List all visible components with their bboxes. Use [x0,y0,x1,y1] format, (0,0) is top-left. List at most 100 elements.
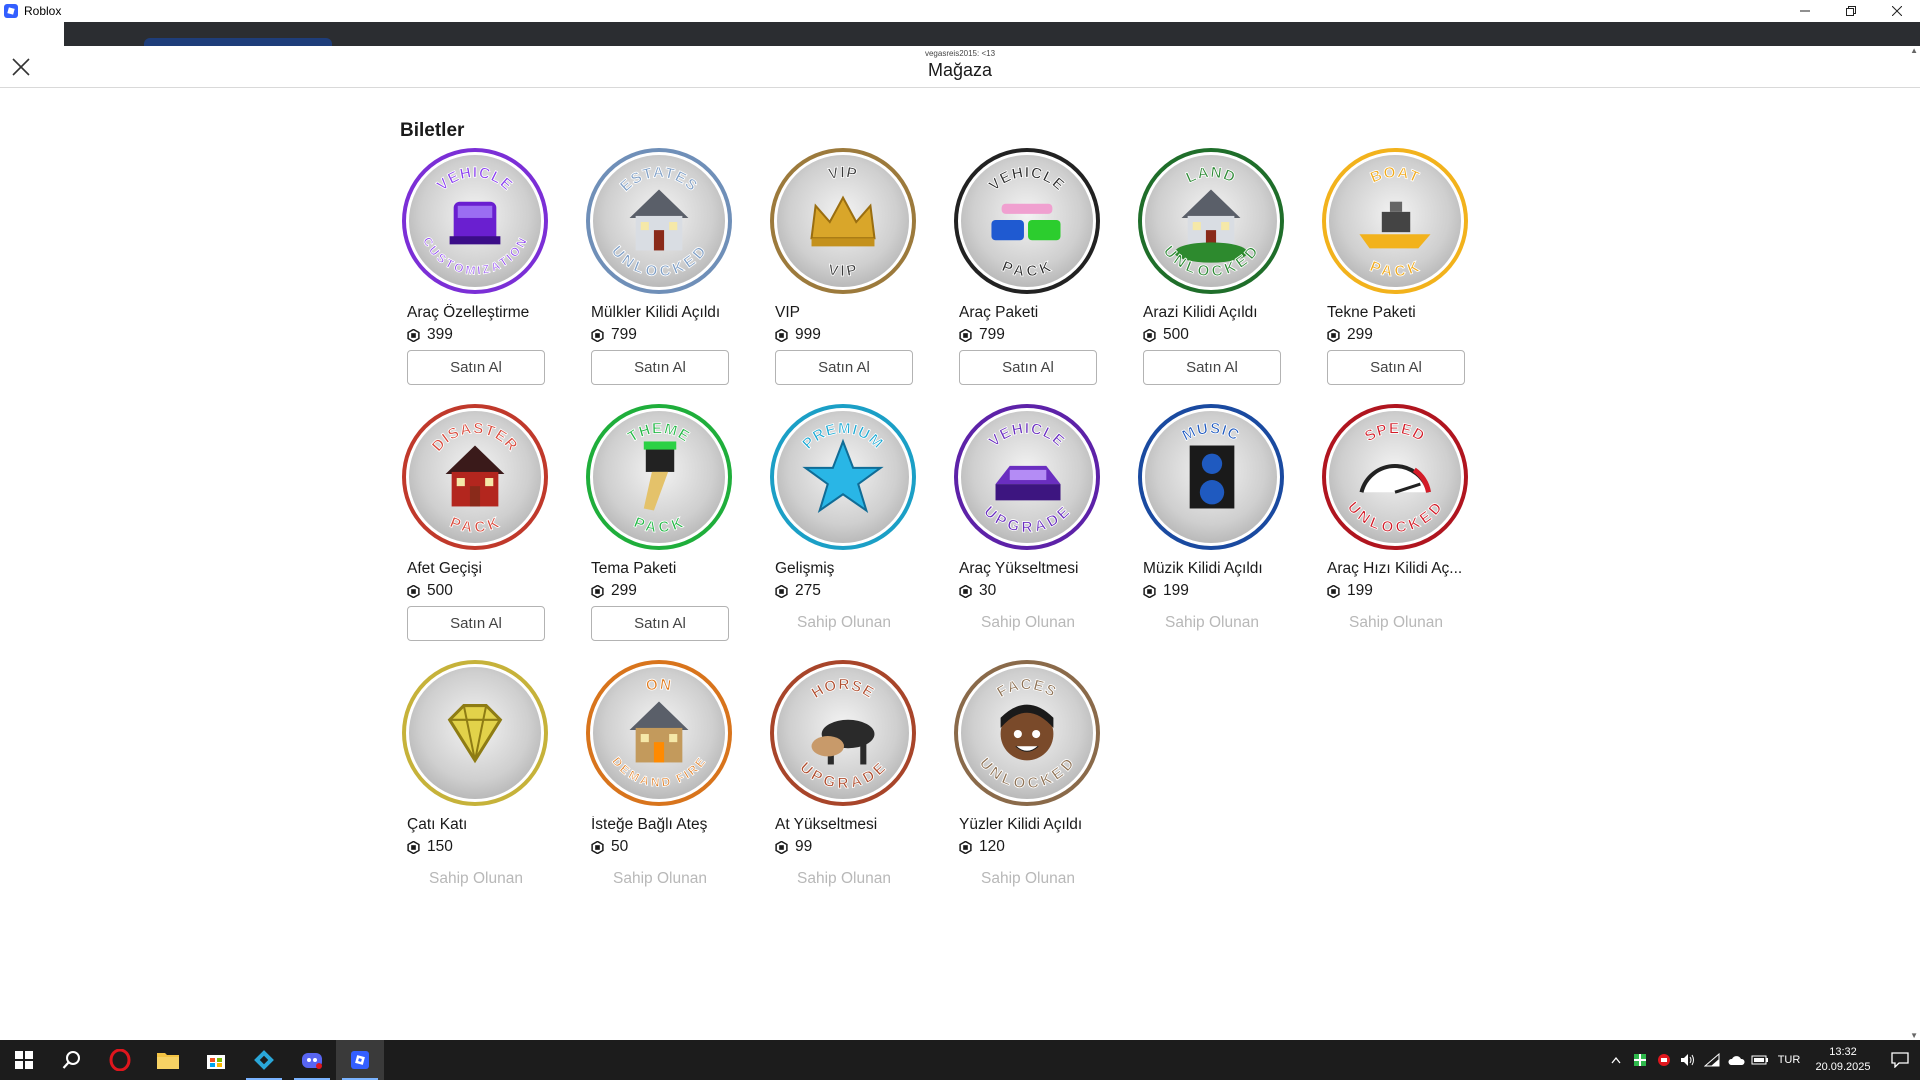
buy-button[interactable]: Satın Al [1143,350,1281,385]
gamepass-name: Tekne Paketi [1327,304,1416,321]
onedrive-cloud-icon[interactable] [1724,1040,1748,1080]
gamepass-badge[interactable]: FACES UNLOCKED [954,660,1100,806]
taskbar-file-explorer[interactable] [144,1040,192,1080]
buy-button[interactable]: Satın Al [775,350,913,385]
gamepass-card[interactable]: PREMIUM Gelişmiş 275 Sahip Olunan [768,404,918,660]
scroll-down-arrow-icon[interactable]: ▼ [1910,1031,1918,1040]
face-icon: FACES UNLOCKED [975,676,1077,793]
robux-icon [959,328,972,342]
gamepass-card[interactable]: DISASTER PACK Afet Geçişi 500 Satın Al [400,404,550,660]
tray-overflow-chevron-icon[interactable] [1604,1040,1628,1080]
price-value: 199 [1347,582,1373,599]
shield-icon[interactable] [1628,1040,1652,1080]
buy-button[interactable]: Satın Al [591,606,729,641]
robux-icon [407,328,420,342]
gamepass-card[interactable]: SPEED UNLOCKED Araç Hızı Kilidi Aç... 199… [1320,404,1470,660]
minimize-button[interactable] [1782,0,1828,22]
close-shop-button[interactable] [8,54,34,80]
gamepass-card[interactable]: VEHICLE PACK Araç Paketi 799 Satın Al [952,148,1102,404]
gamepass-name: İsteğe Bağlı Ateş [591,816,708,833]
badge-bottom-text: PACK [1367,258,1422,281]
taskbar-discord[interactable] [288,1040,336,1080]
gamepass-card[interactable]: VEHICLE CUSTOMIZATION Araç Özelleştirme 3… [400,148,550,404]
svg-text:BOAT: BOAT [1368,164,1422,187]
volume-icon[interactable] [1676,1040,1700,1080]
gamepass-badge[interactable]: DISASTER PACK [402,404,548,550]
svg-text:VEHICLE: VEHICLE [986,164,1068,194]
gamepass-badge[interactable]: ESTATES UNLOCKED [586,148,732,294]
gamepass-price: 500 [1143,326,1189,344]
gamepass-price: 50 [591,838,628,856]
gamepass-badge[interactable]: BOAT PACK [1322,148,1468,294]
gamepass-name: Tema Paketi [591,560,677,577]
gamepass-card[interactable]: ESTATES UNLOCKED Mülkler Kilidi Açıldı 79… [584,148,734,404]
gamepass-badge[interactable]: VIP VIP [770,148,916,294]
store-icon [207,1055,225,1069]
disaster-house-icon: DISASTER PACK [428,420,520,537]
svg-text:PACK: PACK [999,258,1054,280]
clock[interactable]: 13:32 20.09.2025 [1806,1045,1880,1075]
close-window-button[interactable] [1874,0,1920,22]
paintbrush-icon: THEME PACK [625,420,693,537]
gamepass-name: Araç Paketi [959,304,1039,321]
roblox-app-icon [4,4,18,18]
price-value: 199 [1163,582,1189,599]
scrollbar[interactable]: ▲ ▼ [1910,46,1918,1040]
price-value: 99 [795,838,813,855]
robux-icon [407,840,420,854]
gamepass-badge[interactable]: VEHICLE UPGRADE [954,404,1100,550]
price-value: 50 [611,838,629,855]
window-title: Roblox [24,4,62,18]
taskbar-roblox[interactable] [336,1040,384,1080]
svg-text:MUSIC: MUSIC [1180,420,1243,445]
record-icon[interactable] [1652,1040,1676,1080]
restore-button[interactable] [1828,0,1874,22]
battery-icon[interactable] [1748,1040,1772,1080]
windows-logo-icon [15,1051,33,1069]
gamepass-card[interactable]: VEHICLE UPGRADE Araç Yükseltmesi 30 Sahip … [952,404,1102,660]
gamepass-badge[interactable]: ON DEMAND FIRE [586,660,732,806]
player-name: vegasreis2015: <13 [924,49,996,58]
gamepass-card[interactable]: FACES UNLOCKED Yüzler Kilidi Açıldı 120 Sa… [952,660,1102,916]
gamepass-price: 120 [959,838,1005,856]
gamepass-card[interactable]: HORSE UPGRADE At Yükseltmesi 99 Sahip Olun… [768,660,918,916]
gamepass-card[interactable]: BOAT PACK Tekne Paketi 299 Satın Al [1320,148,1470,404]
gamepass-badge[interactable]: VEHICLE CUSTOMIZATION [402,148,548,294]
notification-center-button[interactable] [1880,1040,1920,1080]
language-indicator[interactable]: TUR [1772,1054,1806,1066]
taskbar-opera[interactable] [96,1040,144,1080]
gamepass-badge[interactable]: THEME PACK [586,404,732,550]
buy-button[interactable]: Satın Al [1327,350,1465,385]
gamepass-card[interactable]: VIP VIP VIP 999 Satın Al [768,148,918,404]
gamepass-card[interactable]: THEME PACK Tema Paketi 299 Satın Al [584,404,734,660]
svg-text:VIP: VIP [827,261,859,280]
gamepass-badge[interactable]: LAND UNLOCKED [1138,148,1284,294]
gamepass-name: VIP [775,304,800,321]
buy-button[interactable]: Satın Al [407,350,545,385]
buy-button[interactable]: Satın Al [407,606,545,641]
gamepass-card[interactable]: LAND UNLOCKED Arazi Kilidi Açıldı 500 Satı… [1136,148,1286,404]
gamepass-badge[interactable]: MUSIC [1138,404,1284,550]
owned-label: Sahip Olunan [797,614,891,631]
close-icon [12,58,30,76]
taskbar-store[interactable] [192,1040,240,1080]
gamepass-name: Mülkler Kilidi Açıldı [591,304,721,321]
search-button[interactable] [48,1040,96,1080]
land-icon: LAND UNLOCKED [1159,164,1261,281]
buy-button[interactable]: Satın Al [959,350,1097,385]
buy-button[interactable]: Satın Al [591,350,729,385]
gamepass-badge[interactable]: HORSE UPGRADE [770,660,916,806]
wifi-icon[interactable] [1700,1040,1724,1080]
badge-bottom-text: PACK [999,258,1054,281]
taskbar-app-kodi[interactable] [240,1040,288,1080]
gamepass-badge[interactable]: VEHICLE PACK [954,148,1100,294]
scroll-up-arrow-icon[interactable]: ▲ [1910,46,1918,55]
gamepass-card[interactable]: Çatı Katı 150 Sahip Olunan [400,660,550,916]
start-button[interactable] [0,1040,48,1080]
gamepass-card[interactable]: ON DEMAND FIRE İsteğe Bağlı Ateş 50 Sahip … [584,660,734,916]
gamepass-name: Araç Hızı Kilidi Aç... [1327,560,1463,577]
gamepass-badge[interactable]: SPEED UNLOCKED [1322,404,1468,550]
gamepass-badge[interactable]: PREMIUM [770,404,916,550]
gamepass-card[interactable]: MUSIC Müzik Kilidi Açıldı 199 Sahip Olunan [1136,404,1286,660]
gamepass-badge[interactable] [402,660,548,806]
